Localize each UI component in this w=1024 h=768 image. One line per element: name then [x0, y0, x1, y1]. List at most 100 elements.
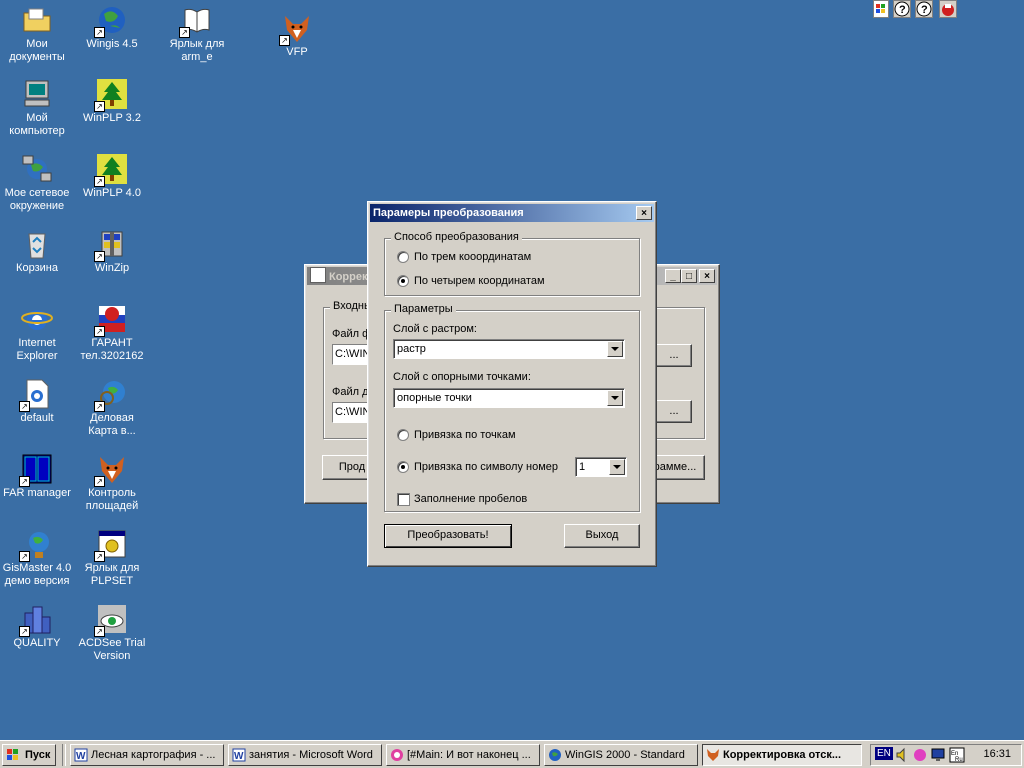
shortcut-arrow-icon: ↗ — [94, 401, 105, 412]
clock[interactable]: 16:31 — [983, 748, 1011, 760]
points-layer-select[interactable]: опорные точки — [393, 388, 625, 408]
radio-bind-points-label[interactable]: Привязка по точкам — [414, 429, 516, 441]
book-icon: ↗ — [179, 4, 213, 38]
convert-button[interactable]: Преобразовать! — [384, 524, 512, 548]
file1-label: Файл ф — [332, 328, 372, 340]
symbol-number-select[interactable]: 1 — [575, 457, 627, 477]
network-tray-icon[interactable] — [931, 747, 945, 763]
desktop-icon-garant[interactable]: ↗ ГАРАНТ тел.3202162 — [75, 303, 149, 363]
desktop-icon-area-control[interactable]: ↗ Контроль площадей — [75, 453, 149, 513]
ie-icon — [21, 303, 53, 335]
browse1-button[interactable]: ... — [656, 344, 692, 367]
shortcut-arrow-icon: ↗ — [19, 551, 30, 562]
svg-text:W: W — [76, 751, 86, 762]
windows-logo-icon — [6, 748, 20, 762]
minimize-button[interactable]: _ — [665, 269, 681, 283]
desktop-icon-business-map[interactable]: ↗ Деловая Карта в... — [75, 378, 149, 438]
gis-globe-icon: ↗ — [19, 528, 53, 562]
svg-text:?: ? — [921, 4, 928, 16]
chevron-down-icon[interactable] — [607, 390, 623, 406]
window-app-icon — [310, 267, 326, 283]
start-button[interactable]: Пуск — [2, 744, 56, 766]
fill-gaps-label[interactable]: Заполнение пробелов — [414, 493, 527, 505]
radio-bind-symbol-label[interactable]: Привязка по символу номер — [414, 461, 558, 473]
chevron-down-icon[interactable] — [609, 459, 625, 475]
computer-icon — [21, 78, 53, 110]
desktop-icon-gismaster[interactable]: ↗ GisMaster 4.0 демо версия — [0, 528, 74, 588]
globe-magnifier-icon: ↗ — [94, 378, 128, 412]
shortcut-arrow-icon: ↗ — [94, 251, 105, 262]
desktop-icon-quality[interactable]: ↗ QUALITY — [0, 603, 74, 650]
close-button[interactable]: × — [699, 269, 715, 283]
desktop-icon-far-manager[interactable]: ↗ FAR manager — [0, 453, 74, 500]
fox-icon — [706, 748, 720, 762]
chat-icon — [390, 748, 404, 762]
ie-doc-icon: ↗ — [19, 378, 53, 412]
svg-text:W: W — [234, 751, 244, 762]
globe-icon — [548, 748, 562, 762]
tree-map-icon: ↗ — [94, 153, 128, 187]
taskbar-item-wingis[interactable]: WinGIS 2000 - Standard — [544, 744, 698, 766]
volume-icon[interactable] — [895, 747, 909, 763]
dialog-title: Парамеры преобразования — [373, 207, 524, 219]
radio-four-coords-label[interactable]: По четырем координатам — [414, 275, 545, 287]
shortcut-arrow-icon: ↗ — [19, 476, 30, 487]
shortcut-arrow-icon: ↗ — [279, 35, 290, 46]
desktop-icon-winplp40[interactable]: ↗ WinPLP 4.0 — [75, 153, 149, 200]
red-app-icon[interactable] — [939, 0, 957, 18]
taskbar-item-irc[interactable]: [#Main: И вот наконец ... — [386, 744, 540, 766]
desktop-icon-my-documents[interactable]: Мои документы — [0, 4, 74, 64]
desktop-icon-wingis[interactable]: ↗ Wingis 4.5 — [75, 4, 149, 51]
windows-logo-icon[interactable] — [873, 0, 889, 18]
dialog-close-button[interactable]: × — [636, 206, 652, 220]
desktop-icon-winplp32[interactable]: ↗ WinPLP 3.2 — [75, 78, 149, 125]
taskbar-item-correction[interactable]: Корректировка отск... — [702, 744, 862, 766]
help-icon-2[interactable]: ? — [915, 0, 933, 18]
desktop-icon-arm-e[interactable]: ↗ Ярлык для arm_e — [160, 4, 234, 64]
desktop-icon-recycle-bin[interactable]: Корзина — [0, 228, 74, 275]
desktop-icon-internet-explorer[interactable]: Internet Explorer — [0, 303, 74, 363]
garant-icon: ↗ — [94, 303, 128, 337]
taskbar-item-forest-cartography[interactable]: W Лесная картография - ... — [70, 744, 224, 766]
taskbar-item-word[interactable]: W занятия - Microsoft Word — [228, 744, 382, 766]
correction-window-title: Коррек — [329, 271, 368, 283]
exit-button[interactable]: Выход — [564, 524, 640, 548]
fox-icon: ↗ — [279, 12, 313, 46]
shortcut-arrow-icon: ↗ — [94, 27, 105, 38]
desktop-icon-acdsee[interactable]: ↗ ACDSee Trial Version — [75, 603, 149, 663]
shortcut-arrow-icon: ↗ — [94, 326, 105, 337]
raster-layer-select[interactable]: растр — [393, 339, 625, 359]
word-doc-icon: W — [232, 748, 246, 762]
method-group: Способ преобразования По трем кооординат… — [384, 231, 640, 296]
keyboard-layout-icon[interactable]: En Ru — [949, 747, 965, 763]
shortcut-arrow-icon: ↗ — [19, 626, 30, 637]
browse2-button[interactable]: ... — [656, 400, 692, 423]
radio-three-coords[interactable] — [397, 251, 409, 263]
radio-bind-symbol[interactable] — [397, 461, 409, 473]
language-indicator[interactable]: EN — [875, 747, 893, 760]
desktop-icon-my-computer[interactable]: Мой компьютер — [0, 78, 74, 138]
messenger-icon[interactable] — [913, 747, 927, 763]
desktop-icon-vfp[interactable]: ↗ VFP — [260, 12, 334, 59]
chevron-down-icon[interactable] — [607, 341, 623, 357]
desktop-icon-plpset[interactable]: ↗ Ярлык для PLPSET — [75, 528, 149, 588]
fill-gaps-checkbox[interactable] — [397, 493, 410, 506]
dialog-titlebar[interactable]: Парамеры преобразования × — [370, 204, 654, 222]
radio-three-coords-label[interactable]: По трем кооординатам — [414, 251, 531, 263]
points-layer-label: Слой с опорными точками: — [393, 371, 531, 383]
desktop-icon-default[interactable]: ↗ default — [0, 378, 74, 425]
maximize-button[interactable]: □ — [681, 269, 697, 283]
globe-icon: ↗ — [94, 4, 128, 38]
recycle-bin-icon — [21, 228, 53, 260]
transform-params-dialog[interactable]: Парамеры преобразования × Способ преобра… — [367, 201, 657, 567]
buildings-icon: ↗ — [19, 603, 53, 637]
taskbar-separator — [62, 744, 66, 766]
desktop-icon-network[interactable]: Мое сетевое окружение — [0, 153, 74, 213]
desktop-icon-winzip[interactable]: ↗ WinZip — [75, 228, 149, 275]
radio-bind-points[interactable] — [397, 429, 409, 441]
help-icon[interactable]: ? — [893, 0, 911, 18]
shortcut-arrow-icon: ↗ — [94, 551, 105, 562]
radio-four-coords[interactable] — [397, 275, 409, 287]
params-group: Параметры Слой с растром: растр Слой с о… — [384, 303, 640, 512]
svg-text:?: ? — [899, 4, 906, 16]
